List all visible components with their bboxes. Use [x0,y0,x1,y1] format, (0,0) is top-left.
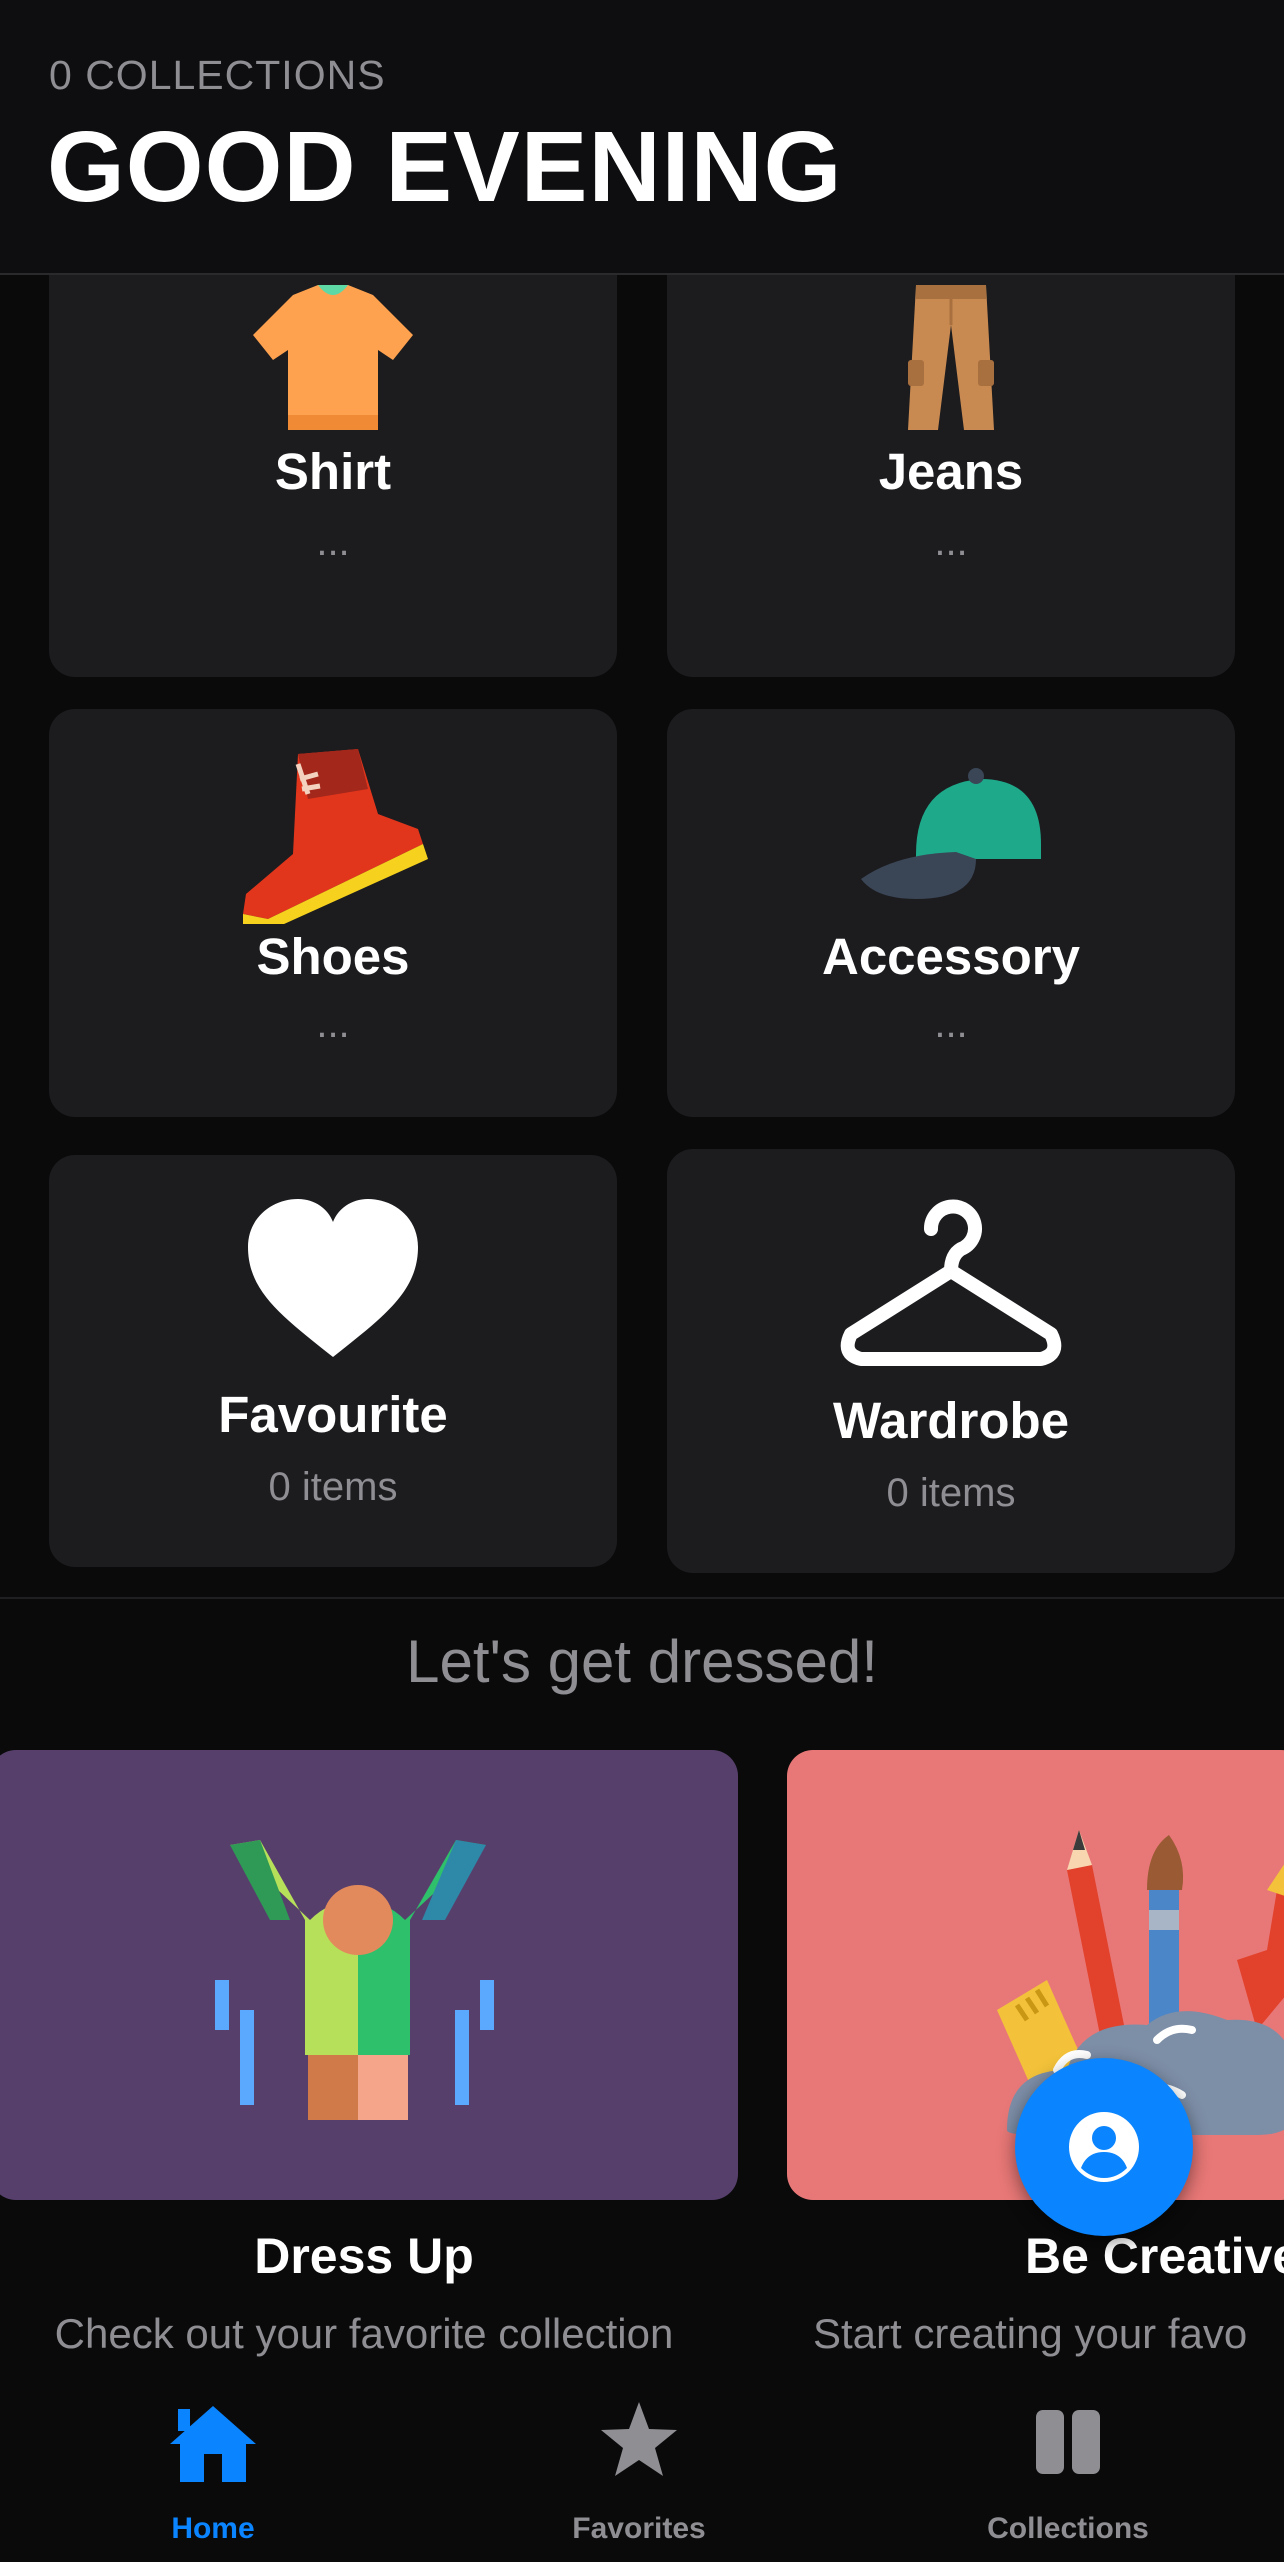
tab-collections[interactable]: Collections [918,2362,1218,2562]
page-title: GOOD EVENING [47,111,843,223]
star-icon [599,2400,679,2485]
profile-fab-button[interactable] [1015,2058,1193,2236]
category-label: Favourite [218,1386,448,1443]
hanger-icon [667,1189,1235,1374]
category-count: ... [934,1002,968,1046]
category-card-favourite[interactable]: Favourite 0 items [49,1155,617,1567]
section-divider [0,1597,1284,1599]
category-count: 0 items [886,1471,1016,1515]
category-card-shoes[interactable]: Shoes ... [49,709,617,1117]
promo-description: Start creating your favo [813,2310,1248,2357]
category-card-accessory[interactable]: Accessory ... [667,709,1235,1117]
cap-icon [667,764,1235,909]
category-card-jeans[interactable]: Jeans ... [667,275,1235,677]
tab-bar: Home Favorites Collections [0,2362,1284,2562]
collections-icon [1036,2410,1100,2479]
profile-icon [1067,2110,1141,2189]
category-count: ... [934,520,968,564]
promo-title: Dress Up [254,2228,474,2284]
home-icon [168,2404,258,2489]
category-label: Accessory [821,928,1080,985]
promo-description: Check out your favorite collection [54,2310,674,2357]
category-label: Jeans [878,443,1024,500]
category-label: Shoes [256,928,410,985]
tab-label: Collections [987,2512,1149,2545]
category-count: ... [316,520,350,564]
category-label: Wardrobe [832,1392,1070,1449]
shirt-icon [49,275,617,440]
tab-label: Favorites [572,2512,706,2545]
collections-count: 0 COLLECTIONS [49,52,386,98]
section-title: Let's get dressed! [406,1628,878,1695]
tab-favorites[interactable]: Favorites [489,2362,789,2562]
heart-icon [49,1197,617,1367]
category-card-wardrobe[interactable]: Wardrobe 0 items [667,1149,1235,1573]
header: 0 COLLECTIONS GOOD EVENING [0,0,1284,275]
category-card-shirt[interactable]: Shirt ... [49,275,617,677]
dress-up-illustration [210,1840,510,2125]
category-label: Shirt [274,443,392,500]
category-grid[interactable]: Shirt ... Jeans ... Shoes ... Accessory … [0,275,1284,1597]
promo-title: Be Creative [1025,2228,1284,2284]
tab-home[interactable]: Home [63,2362,363,2562]
category-count: 0 items [268,1465,398,1509]
tab-label: Home [171,2512,255,2545]
pants-icon [667,275,1235,440]
promo-card-dress-up[interactable] [0,1750,738,2200]
sneaker-icon [49,744,617,929]
category-count: ... [316,1002,350,1046]
